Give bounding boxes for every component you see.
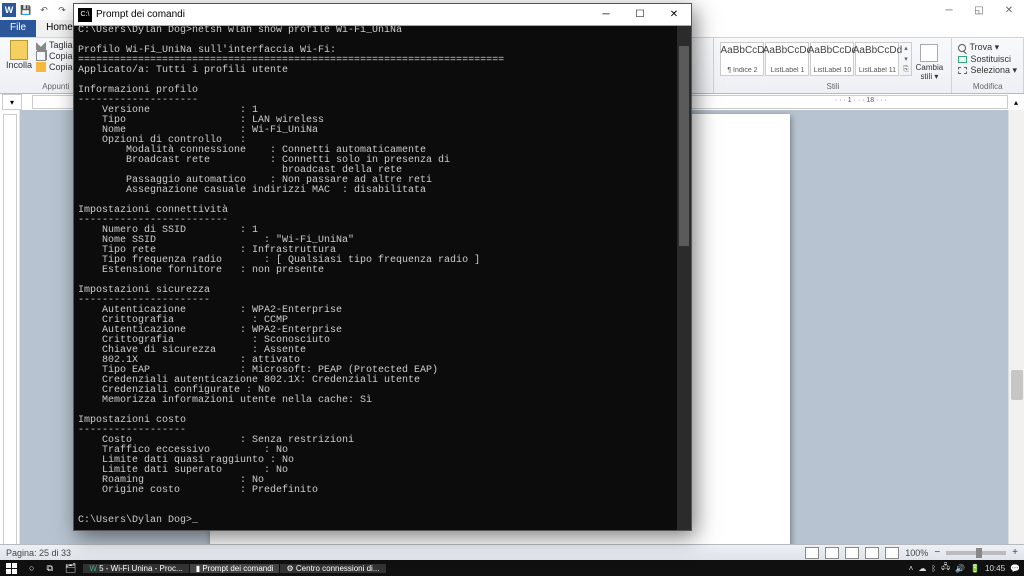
group-styles: AaBbCcD¶ Indice 2 AaBbCcDdListLabel 1 Aa… bbox=[714, 38, 952, 93]
find-label: Trova ▾ bbox=[969, 42, 999, 53]
cmd-icon: C:\ bbox=[78, 8, 92, 22]
cortana-button[interactable]: ○ bbox=[23, 560, 40, 576]
tray-battery-icon[interactable]: 🔋 bbox=[970, 564, 980, 573]
find-button[interactable]: Trova ▾ bbox=[958, 42, 1017, 53]
cmd-title-text: Prompt dei comandi bbox=[96, 9, 589, 20]
tray-up-icon[interactable]: ˄ bbox=[909, 564, 914, 573]
taskbar-item-cmd[interactable]: ▮ Prompt dei comandi bbox=[190, 564, 280, 573]
word-close-button[interactable]: ✕ bbox=[994, 0, 1024, 20]
zoom-level[interactable]: 100% bbox=[905, 548, 928, 558]
vertical-scrollbar[interactable] bbox=[1008, 110, 1024, 544]
cmd-minimize-button[interactable]: ─ bbox=[589, 4, 623, 26]
start-button[interactable] bbox=[0, 560, 23, 576]
zoom-out-button[interactable]: − bbox=[934, 547, 940, 558]
cmd-close-button[interactable]: ✕ bbox=[657, 4, 691, 26]
search-icon bbox=[958, 44, 966, 52]
replace-label: Sostituisci bbox=[970, 54, 1011, 64]
cmd-title-bar[interactable]: C:\ Prompt dei comandi ─ ☐ ✕ bbox=[74, 4, 691, 26]
scrollbar-thumb[interactable] bbox=[1011, 370, 1023, 400]
paste-button[interactable]: Incolla bbox=[6, 40, 32, 70]
change-styles-icon bbox=[920, 44, 938, 62]
undo-icon[interactable]: ↶ bbox=[36, 2, 52, 18]
style-gallery-more[interactable]: ▴▾⎘ bbox=[900, 42, 912, 76]
view-print-layout[interactable] bbox=[805, 547, 819, 559]
copy-icon bbox=[36, 51, 46, 61]
save-icon[interactable]: 💾 bbox=[18, 2, 34, 18]
change-styles-button[interactable]: Cambia stili ▾ bbox=[913, 42, 945, 81]
paste-label: Incolla bbox=[6, 60, 32, 70]
tray-bluetooth-icon[interactable]: ᛒ bbox=[931, 564, 936, 573]
paste-icon bbox=[10, 40, 28, 60]
select-label: Seleziona ▾ bbox=[970, 65, 1017, 76]
editing-group-label: Modifica bbox=[952, 82, 1023, 91]
cmd-scrollbar[interactable] bbox=[677, 26, 691, 530]
tray-notifications-icon[interactable]: 💬 bbox=[1010, 564, 1020, 573]
cmd-output: C:\Users\Dylan Dog>netsh wlan show profi… bbox=[78, 26, 677, 526]
style-item[interactable]: AaBbCcDdListLabel 1 bbox=[765, 42, 809, 76]
group-editing: Trova ▾ Sostituisci Seleziona ▾ Modifica bbox=[952, 38, 1024, 93]
file-explorer-pinned[interactable]: 🗂 bbox=[59, 560, 82, 576]
scroll-up-button[interactable]: ▴ bbox=[1008, 98, 1024, 107]
view-full-screen[interactable] bbox=[825, 547, 839, 559]
taskbar-item-word[interactable]: W 5 - Wi-Fi Unina - Proc... bbox=[83, 564, 188, 573]
style-item[interactable]: AaBbCcDdListLabel 11 bbox=[855, 42, 899, 76]
zoom-in-button[interactable]: + bbox=[1012, 547, 1018, 558]
tab-file[interactable]: File bbox=[0, 20, 36, 37]
style-item[interactable]: AaBbCcDdListLabel 10 bbox=[810, 42, 854, 76]
replace-button[interactable]: Sostituisci bbox=[958, 54, 1017, 64]
ruler-corner[interactable]: ▾ bbox=[2, 94, 22, 110]
cmd-scrollbar-thumb[interactable] bbox=[679, 46, 689, 246]
brush-icon bbox=[36, 62, 46, 72]
taskbar-item-network[interactable]: ⚙ Centro connessioni di... bbox=[280, 564, 385, 573]
replace-icon bbox=[958, 56, 967, 63]
copy-label: Copia bbox=[49, 51, 73, 61]
select-button[interactable]: Seleziona ▾ bbox=[958, 65, 1017, 76]
vertical-ruler[interactable] bbox=[0, 110, 20, 544]
word-status-bar: Pagina: 25 di 33 100% − + bbox=[0, 544, 1024, 560]
view-outline[interactable] bbox=[865, 547, 879, 559]
view-web-layout[interactable] bbox=[845, 547, 859, 559]
cmd-window: C:\ Prompt dei comandi ─ ☐ ✕ C:\Users\Dy… bbox=[73, 3, 692, 531]
cmd-maximize-button[interactable]: ☐ bbox=[623, 4, 657, 26]
cut-label: Taglia bbox=[49, 40, 73, 50]
ruler-marks: · · · 1 · · · 18 · · · bbox=[835, 97, 887, 104]
cut-icon bbox=[36, 40, 46, 50]
status-page[interactable]: Pagina: 25 di 33 bbox=[6, 548, 71, 558]
redo-icon[interactable]: ↷ bbox=[54, 2, 70, 18]
tray-volume-icon[interactable]: 🔊 bbox=[955, 564, 965, 573]
tray-onedrive-icon[interactable]: ☁ bbox=[918, 564, 926, 573]
zoom-slider[interactable] bbox=[946, 551, 1006, 555]
task-view-button[interactable]: ⧉ bbox=[40, 560, 58, 576]
tray-network-icon[interactable]: 🖧 bbox=[941, 561, 950, 575]
windows-logo-icon bbox=[6, 563, 17, 574]
windows-taskbar: ○ ⧉ 🗂 W 5 - Wi-Fi Unina - Proc... ▮ Prom… bbox=[0, 560, 1024, 576]
cmd-body[interactable]: C:\Users\Dylan Dog>netsh wlan show profi… bbox=[74, 26, 691, 530]
styles-group-label: Stili bbox=[714, 82, 951, 91]
style-item[interactable]: AaBbCcD¶ Indice 2 bbox=[720, 42, 764, 76]
select-icon bbox=[958, 67, 967, 74]
view-draft[interactable] bbox=[885, 547, 899, 559]
system-tray: ˄ ☁ ᛒ 🖧 🔊 🔋 10:45 💬 bbox=[909, 561, 1024, 575]
word-restore-button[interactable]: ◱ bbox=[964, 0, 994, 20]
word-app-icon: W bbox=[2, 3, 16, 17]
style-gallery[interactable]: AaBbCcD¶ Indice 2 AaBbCcDdListLabel 1 Aa… bbox=[720, 40, 945, 78]
change-styles-label: Cambia stili ▾ bbox=[913, 63, 945, 81]
tray-clock[interactable]: 10:45 bbox=[985, 564, 1005, 573]
word-minimize-button[interactable]: ─ bbox=[934, 0, 964, 20]
